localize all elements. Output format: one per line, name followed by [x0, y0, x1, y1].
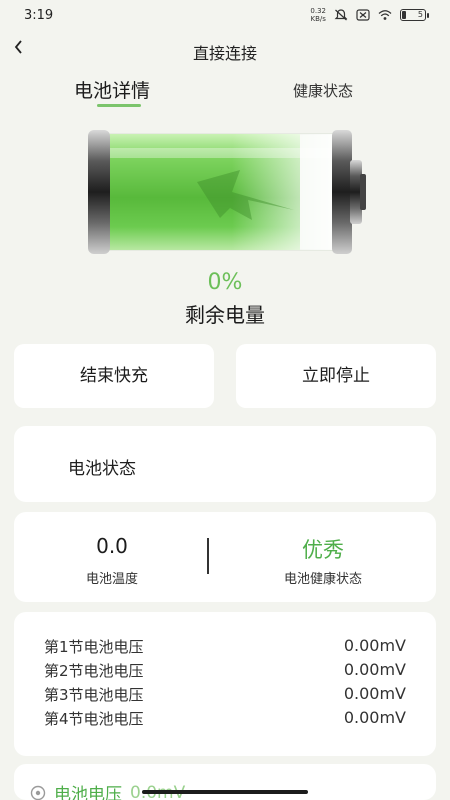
cell-voltage-row: 第1节电池电压 0.00mV	[44, 636, 406, 660]
wifi-icon	[378, 10, 392, 20]
target-icon	[30, 785, 46, 800]
stop-now-button[interactable]: 立即停止	[236, 344, 436, 408]
page-title: 直接连接	[192, 44, 257, 63]
cell-voltage-row: 第3节电池电压 0.00mV	[44, 684, 406, 708]
tab-battery-detail[interactable]: 电池详情	[74, 76, 150, 103]
cell-voltage-value: 0.00mV	[343, 660, 406, 679]
status-time: 3:19	[24, 8, 54, 23]
battery-status-level: 5	[417, 10, 423, 19]
status-icons: 0.32 KB/s 5	[310, 7, 429, 23]
cell-voltage-value: 0.00mV	[343, 636, 406, 655]
battery-voltage-card: 电池电压 0.0mV	[14, 764, 436, 800]
battery-status-label: 电池状态	[68, 459, 136, 479]
battery-status-icon: 5	[400, 9, 429, 21]
cell-voltage-name: 第2节电池电压	[44, 662, 144, 680]
temperature-label: 电池温度	[85, 572, 138, 587]
cell-voltage-name: 第3节电池电压	[44, 686, 144, 704]
active-tab-indicator	[97, 104, 141, 107]
top-bar: 直接连接	[0, 32, 450, 68]
health-value: 优秀	[302, 538, 344, 562]
battery-status-card[interactable]: 电池状态	[14, 426, 436, 502]
cell-voltage-value: 0.00mV	[343, 708, 406, 727]
cell-voltage-row: 第2节电池电压 0.00mV	[44, 660, 406, 684]
cell-voltage-value: 0.00mV	[343, 684, 406, 703]
battery-voltage-label: 电池电压	[54, 785, 122, 800]
status-bar: 3:19 0.32 KB/s 5	[0, 0, 450, 32]
net-speed-unit: KB/s	[310, 15, 326, 23]
sim-disabled-icon	[356, 9, 370, 21]
battery-illustration	[88, 130, 366, 254]
mute-bell-icon	[334, 9, 348, 21]
net-speed-value: 0.32	[310, 7, 326, 15]
tab-health-status[interactable]: 健康状态	[293, 80, 353, 101]
cell-voltage-name: 第4节电池电压	[44, 710, 144, 728]
cell-voltage-card: 第1节电池电压 0.00mV 第2节电池电压 0.00mV 第3节电池电压 0.…	[14, 612, 436, 756]
home-indicator[interactable]	[142, 790, 308, 794]
temperature-value: 0.0	[96, 534, 128, 558]
metrics-divider	[207, 538, 209, 574]
remaining-charge-label: 剩余电量	[185, 303, 265, 327]
cell-voltage-name: 第1节电池电压	[44, 638, 144, 656]
battery-percent: 0%	[207, 270, 243, 295]
health-label: 电池健康状态	[283, 572, 362, 587]
cell-voltage-row: 第4节电池电压 0.00mV	[44, 708, 406, 732]
net-speed: 0.32 KB/s	[310, 7, 326, 23]
metrics-card: 0.0 电池温度 优秀 电池健康状态	[14, 512, 436, 602]
end-fast-charge-button[interactable]: 结束快充	[14, 344, 214, 408]
